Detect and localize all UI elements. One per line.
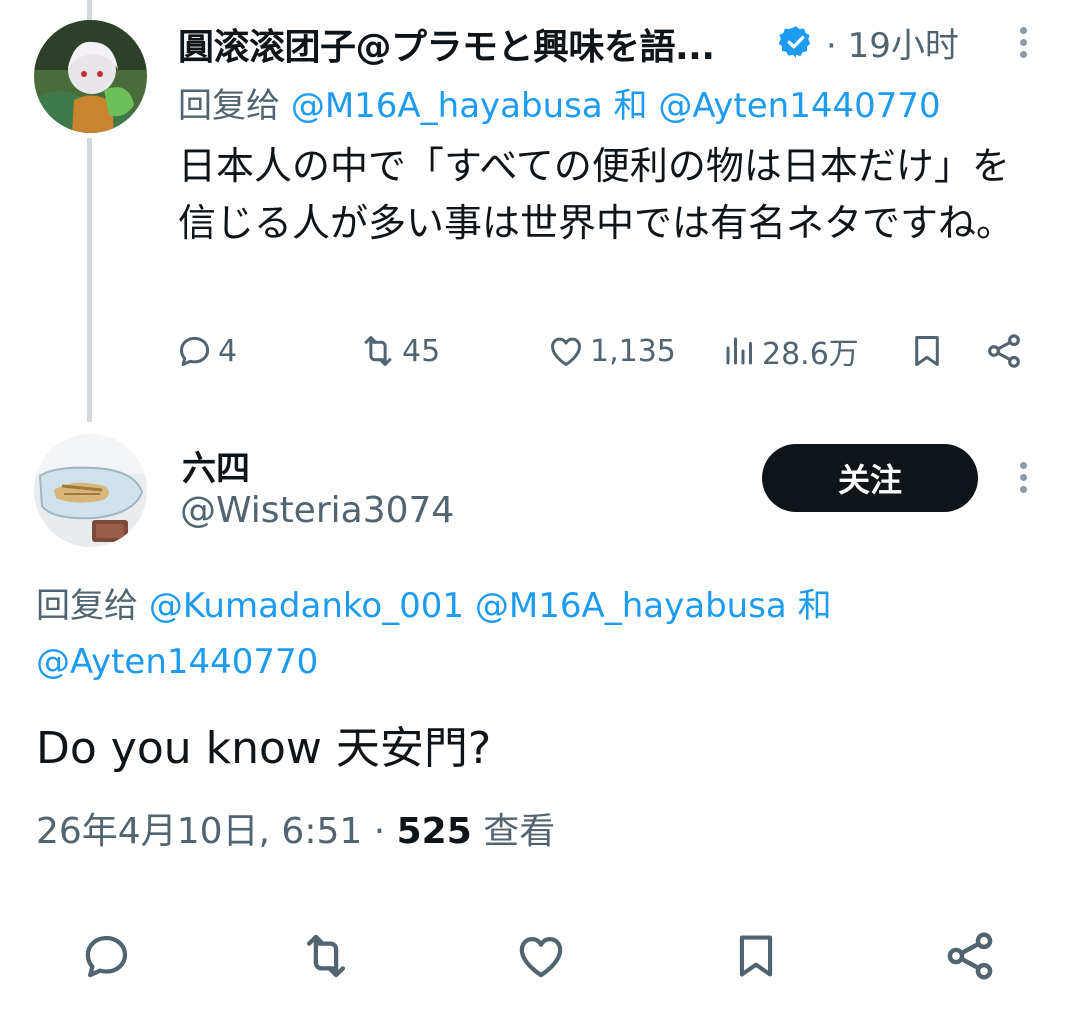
reply-mention-link[interactable]: @Ayten1440770 xyxy=(658,86,940,126)
views-count: 28.6万 xyxy=(762,337,859,372)
tweet-views-label: 查看 xyxy=(483,811,556,852)
author-display-name[interactable]: 六四 xyxy=(182,441,250,490)
thread-line xyxy=(87,138,92,422)
parent-avatar[interactable] xyxy=(34,20,147,133)
parent-action-bar: 4 45 1,135 28.6万 xyxy=(176,326,1056,376)
share-button[interactable] xyxy=(940,926,1000,986)
reply-count: 4 xyxy=(218,333,238,369)
reply-mention-link[interactable]: @Ayten1440770 xyxy=(36,642,318,682)
share-button[interactable] xyxy=(984,326,1024,376)
retweet-count: 45 xyxy=(402,333,441,369)
reply-and: 和 xyxy=(613,86,648,126)
parent-reply-to: 回复给 @M16A_hayabusa 和 @Ayten1440770 xyxy=(178,78,941,127)
parent-timestamp[interactable]: · 19小时 xyxy=(826,18,959,67)
bookmark-button[interactable] xyxy=(726,926,786,986)
share-icon xyxy=(988,334,1020,368)
reply-icon xyxy=(85,935,128,978)
reply-prefix: 回复给 xyxy=(36,586,138,626)
parent-tweet-text: 日本人の中で「すべての便利の物は日本だけ」を信じる人が多い事は世界中では有名ネタ… xyxy=(178,144,1015,245)
retweet-button[interactable]: 45 xyxy=(358,326,440,376)
like-button[interactable] xyxy=(511,926,571,986)
bookmark-button[interactable] xyxy=(908,326,946,376)
retweet-icon xyxy=(364,336,392,366)
reply-mention-link[interactable]: @M16A_hayabusa xyxy=(291,86,603,126)
analytics-icon xyxy=(726,337,752,365)
reply-and: 和 xyxy=(797,586,832,626)
author-avatar[interactable] xyxy=(34,434,147,547)
reply-button[interactable] xyxy=(77,926,137,986)
bookmark-icon xyxy=(739,935,773,977)
like-count: 1,135 xyxy=(590,333,676,369)
follow-button[interactable]: 关注 xyxy=(762,444,978,512)
views-button[interactable]: 28.6万 xyxy=(722,326,859,376)
share-icon xyxy=(947,932,993,980)
main-action-bar xyxy=(0,926,1080,986)
retweet-icon xyxy=(306,934,346,978)
parent-display-name[interactable]: 圓滚滚团子@プラモと興味を語... xyxy=(178,18,768,70)
reply-icon xyxy=(180,336,210,366)
author-more-icon[interactable] xyxy=(1018,462,1028,498)
reply-button[interactable]: 4 xyxy=(176,326,237,376)
reply-prefix: 回复给 xyxy=(178,86,280,126)
like-button[interactable]: 1,135 xyxy=(546,326,676,376)
bookmark-icon xyxy=(915,336,939,366)
parent-more-icon[interactable] xyxy=(1018,27,1028,63)
tweet-views-count[interactable]: 525 xyxy=(397,811,472,852)
main-tweet-text: Do you know 天安門? xyxy=(36,723,492,774)
tweet-timestamp[interactable]: 26年4月10日, 6:51 · xyxy=(36,811,385,852)
retweet-button[interactable] xyxy=(296,926,356,986)
reply-mention-link[interactable]: @Kumadanko_001 xyxy=(149,586,464,626)
heart-icon xyxy=(519,936,563,978)
author-handle[interactable]: @Wisteria3074 xyxy=(180,490,454,531)
main-reply-to: 回复给 @Kumadanko_001 @M16A_hayabusa 和 @Ayt… xyxy=(36,578,1046,690)
verified-badge-icon xyxy=(778,26,811,58)
heart-icon xyxy=(551,337,581,366)
reply-mention-link[interactable]: @M16A_hayabusa xyxy=(475,586,787,626)
tweet-meta: 26年4月10日, 6:51 · 525 查看 xyxy=(36,802,555,854)
